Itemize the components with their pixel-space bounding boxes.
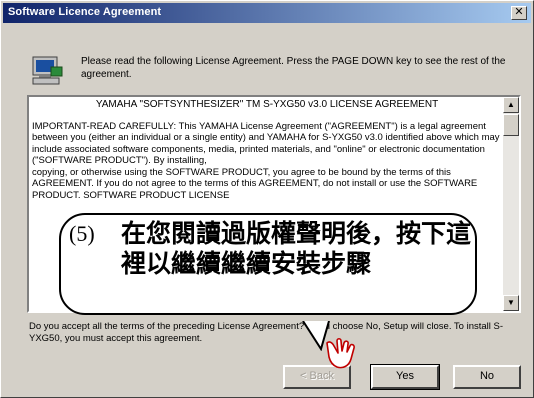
- scroll-up-button[interactable]: ▲: [503, 97, 519, 113]
- scroll-thumb[interactable]: [503, 114, 519, 136]
- license-paragraph: copying, or otherwise using the SOFTWARE…: [32, 166, 478, 201]
- yes-button[interactable]: Yes: [370, 364, 440, 390]
- callout-text: 在您閱讀過版權聲明後，按下這裡以繼續繼續安裝步驟: [121, 219, 472, 278]
- arrow-down-icon: ▼: [507, 298, 515, 307]
- arrow-up-icon: ▲: [507, 100, 515, 109]
- close-icon: ✕: [514, 6, 524, 18]
- accept-question-text: Do you accept all the terms of the prece…: [29, 321, 504, 344]
- instruction-callout: (5) 在您閱讀過版權聲明後，按下這裡以繼續繼續安裝步驟: [59, 213, 477, 315]
- license-content: YAMAHA "SOFTSYNTHESIZER" TM S-YXG50 v3.0…: [32, 99, 502, 201]
- pointing-hand-icon: [326, 337, 355, 369]
- close-button[interactable]: ✕: [511, 6, 527, 20]
- title-bar[interactable]: Software Licence Agreement ✕: [3, 3, 531, 23]
- step-number: (5): [69, 221, 95, 246]
- no-button[interactable]: No: [453, 365, 521, 389]
- intro-text: Please read the following License Agreem…: [81, 56, 506, 80]
- scroll-down-button[interactable]: ▼: [503, 295, 519, 311]
- window-title: Software Licence Agreement: [8, 6, 162, 18]
- vertical-scrollbar[interactable]: ▲ ▼: [503, 97, 519, 311]
- license-paragraph: IMPORTANT-READ CAREFULLY: This YAMAHA Li…: [32, 120, 486, 132]
- setup-computer-icon: [32, 56, 63, 85]
- license-heading: YAMAHA "SOFTSYNTHESIZER" TM S-YXG50 v3.0…: [95, 99, 439, 110]
- license-dialog: Software Licence Agreement ✕ Please read…: [0, 0, 534, 398]
- license-paragraph: between you (either an individual or a s…: [32, 132, 500, 166]
